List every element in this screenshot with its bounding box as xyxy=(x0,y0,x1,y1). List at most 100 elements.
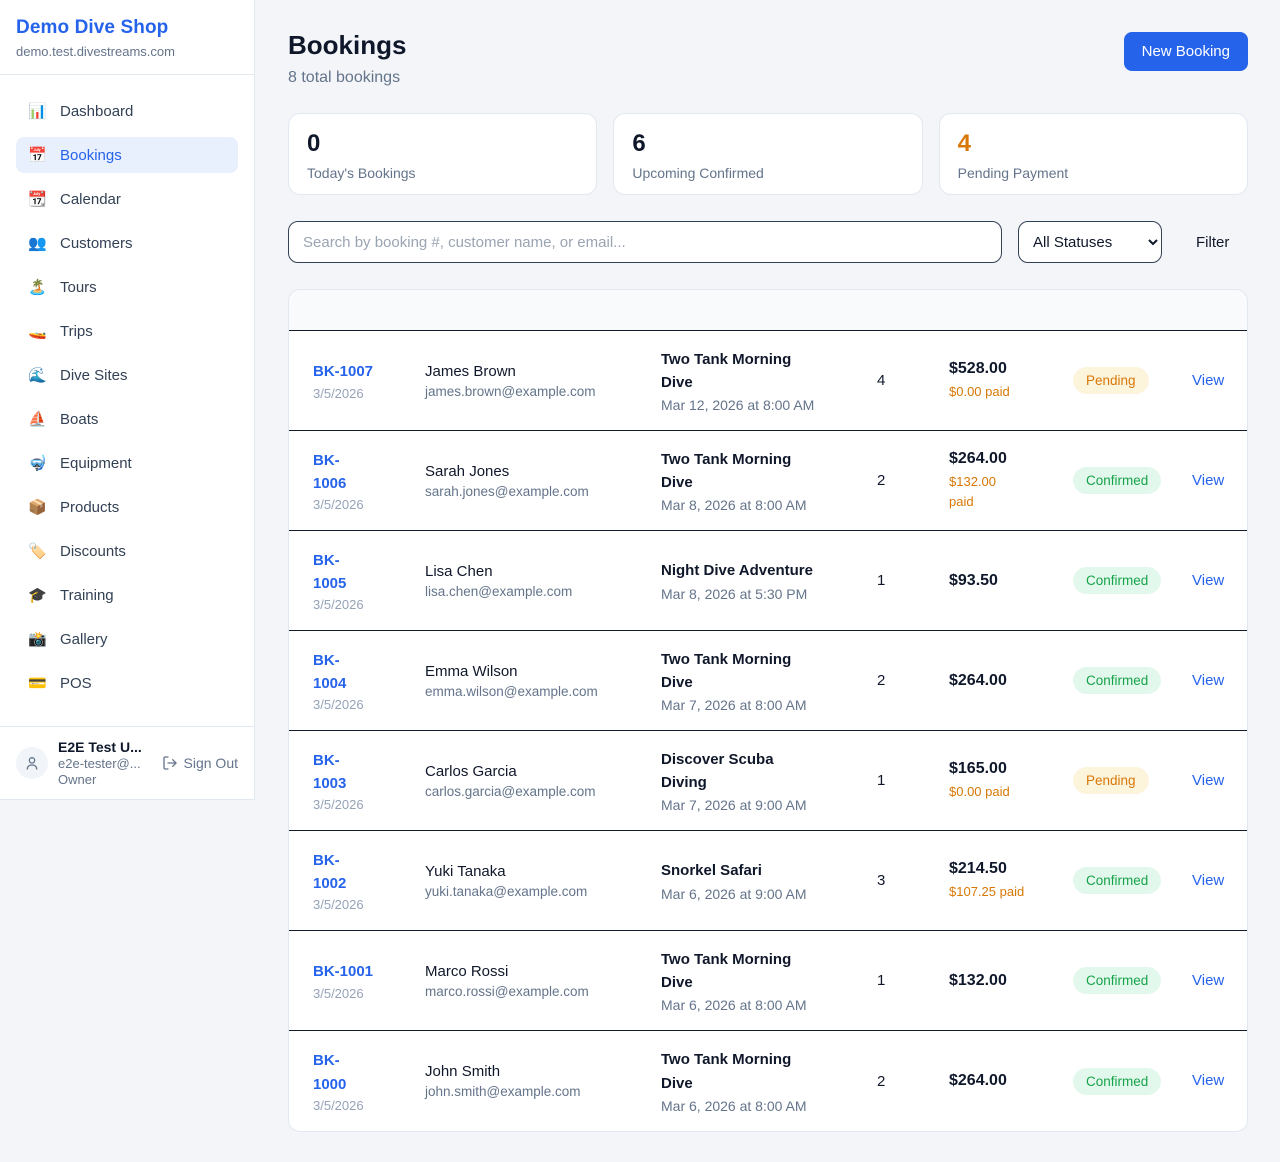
filter-button[interactable]: Filter xyxy=(1182,226,1243,259)
trip-name: Two Tank Morning Dive xyxy=(661,648,877,695)
pax-count: 1 xyxy=(877,572,949,589)
gallery-icon: 📸 xyxy=(28,632,46,647)
main-content: Bookings 8 total bookings New Booking 0 … xyxy=(255,0,1280,1162)
booking-link[interactable]: BK- 1000 xyxy=(313,1049,346,1096)
trip-name: Two Tank Morning Dive xyxy=(661,1048,877,1095)
status-select[interactable]: All Statuses xyxy=(1018,221,1162,263)
pax-count: 1 xyxy=(877,972,949,989)
user-email: e2e-tester@... xyxy=(58,756,152,771)
booking-date: 3/5/2026 xyxy=(313,597,425,612)
trip-name: Two Tank Morning Dive xyxy=(661,348,877,395)
view-link[interactable]: View xyxy=(1192,772,1224,789)
sidebar-item-label: Training xyxy=(60,587,114,604)
sidebar-item-bookings[interactable]: 📅 Bookings xyxy=(16,137,238,173)
customers-icon: 👥 xyxy=(28,236,46,251)
total-amount: $528.00 xyxy=(949,360,1073,378)
total-amount: $264.00 xyxy=(949,672,1073,690)
sidebar-item-dive-sites[interactable]: 🌊 Dive Sites xyxy=(16,357,238,393)
booking-link[interactable]: BK- 1004 xyxy=(313,649,346,696)
customer-name: Carlos Garcia xyxy=(425,763,661,780)
booking-link[interactable]: BK- 1003 xyxy=(313,749,346,796)
user-icon xyxy=(24,755,40,771)
table-row: BK- 1006 3/5/2026 Sarah Jones sarah.jone… xyxy=(289,431,1247,531)
booking-link[interactable]: BK-1007 xyxy=(313,360,373,383)
view-link[interactable]: View xyxy=(1192,472,1224,489)
sidebar-item-equipment[interactable]: 🤿 Equipment xyxy=(16,445,238,481)
new-booking-button[interactable]: New Booking xyxy=(1124,32,1248,71)
sidebar-item-label: Discounts xyxy=(60,543,126,560)
customer-name: James Brown xyxy=(425,363,661,380)
calendar-icon: 📆 xyxy=(28,192,46,207)
page-subtitle: 8 total bookings xyxy=(288,69,406,87)
sidebar-item-pos[interactable]: 💳 POS xyxy=(16,665,238,701)
view-link[interactable]: View xyxy=(1192,972,1224,989)
booking-date: 3/5/2026 xyxy=(313,386,425,401)
booking-link[interactable]: BK- 1005 xyxy=(313,549,346,596)
sidebar-item-trips[interactable]: 🚤 Trips xyxy=(16,313,238,349)
sidebar-item-products[interactable]: 📦 Products xyxy=(16,489,238,525)
view-link[interactable]: View xyxy=(1192,572,1224,589)
trip-date: Mar 7, 2026 at 8:00 AM xyxy=(661,697,877,713)
sidebar-item-label: Dashboard xyxy=(60,103,133,120)
user-role: Owner xyxy=(58,772,152,787)
booking-date: 3/5/2026 xyxy=(313,897,425,912)
page-header: Bookings 8 total bookings New Booking xyxy=(288,30,1248,87)
brand-domain: demo.test.divestreams.com xyxy=(16,44,238,59)
total-amount: $93.50 xyxy=(949,572,1073,590)
sidebar-item-label: Dive Sites xyxy=(60,367,128,384)
page-title: Bookings xyxy=(288,30,406,61)
avatar xyxy=(16,747,48,779)
brand-block: Demo Dive Shop demo.test.divestreams.com xyxy=(0,0,254,75)
sidebar-item-gallery[interactable]: 📸 Gallery xyxy=(16,621,238,657)
trip-date: Mar 8, 2026 at 8:00 AM xyxy=(661,497,877,513)
sidebar-item-label: Bookings xyxy=(60,147,122,164)
booking-link[interactable]: BK-1001 xyxy=(313,960,373,983)
sidebar-item-label: Tours xyxy=(60,279,97,296)
status-badge: Confirmed xyxy=(1073,567,1161,594)
bookings-icon: 📅 xyxy=(28,148,46,163)
total-amount: $132.00 xyxy=(949,972,1073,990)
paid-amount: $132.00 paid xyxy=(949,472,1073,511)
booking-link[interactable]: BK- 1006 xyxy=(313,449,346,496)
booking-link[interactable]: BK- 1002 xyxy=(313,849,346,896)
sign-out-button[interactable]: Sign Out xyxy=(162,755,238,771)
table-row: BK- 1002 3/5/2026 Yuki Tanaka yuki.tanak… xyxy=(289,831,1247,931)
sidebar-item-dashboard[interactable]: 📊 Dashboard xyxy=(16,93,238,129)
view-link[interactable]: View xyxy=(1192,372,1224,389)
stat-value: 0 xyxy=(307,130,578,158)
sidebar-item-label: Calendar xyxy=(60,191,121,208)
pax-count: 1 xyxy=(877,772,949,789)
pax-count: 3 xyxy=(877,872,949,889)
pax-count: 2 xyxy=(877,1073,949,1090)
status-badge: Confirmed xyxy=(1073,867,1161,894)
brand-name: Demo Dive Shop xyxy=(16,17,238,39)
sidebar-item-label: Boats xyxy=(60,411,98,428)
view-link[interactable]: View xyxy=(1192,872,1224,889)
status-badge: Confirmed xyxy=(1073,1068,1161,1095)
customer-name: Yuki Tanaka xyxy=(425,863,661,880)
customer-email: emma.wilson@example.com xyxy=(425,684,661,699)
user-box: E2E Test U... e2e-tester@... Owner Sign … xyxy=(0,726,254,799)
discounts-icon: 🏷️ xyxy=(28,544,46,559)
sidebar-item-label: Gallery xyxy=(60,631,108,648)
customer-email: lisa.chen@example.com xyxy=(425,584,661,599)
customer-name: Lisa Chen xyxy=(425,563,661,580)
view-link[interactable]: View xyxy=(1192,1072,1224,1089)
sidebar-item-customers[interactable]: 👥 Customers xyxy=(16,225,238,261)
sidebar-item-tours[interactable]: 🏝️ Tours xyxy=(16,269,238,305)
total-amount: $264.00 xyxy=(949,1072,1073,1090)
training-icon: 🎓 xyxy=(28,588,46,603)
sidebar-item-calendar[interactable]: 📆 Calendar xyxy=(16,181,238,217)
table-row: BK- 1004 3/5/2026 Emma Wilson emma.wilso… xyxy=(289,631,1247,731)
booking-date: 3/5/2026 xyxy=(313,986,425,1001)
booking-date: 3/5/2026 xyxy=(313,497,425,512)
customer-name: Emma Wilson xyxy=(425,663,661,680)
search-input[interactable] xyxy=(288,221,1002,263)
sidebar-item-boats[interactable]: ⛵ Boats xyxy=(16,401,238,437)
view-link[interactable]: View xyxy=(1192,672,1224,689)
sidebar-item-discounts[interactable]: 🏷️ Discounts xyxy=(16,533,238,569)
sidebar-item-training[interactable]: 🎓 Training xyxy=(16,577,238,613)
table-body: BK-1007 3/5/2026 James Brown james.brown… xyxy=(289,331,1247,1131)
filter-row: All Statuses Filter xyxy=(288,221,1248,263)
trip-date: Mar 6, 2026 at 8:00 AM xyxy=(661,997,877,1013)
